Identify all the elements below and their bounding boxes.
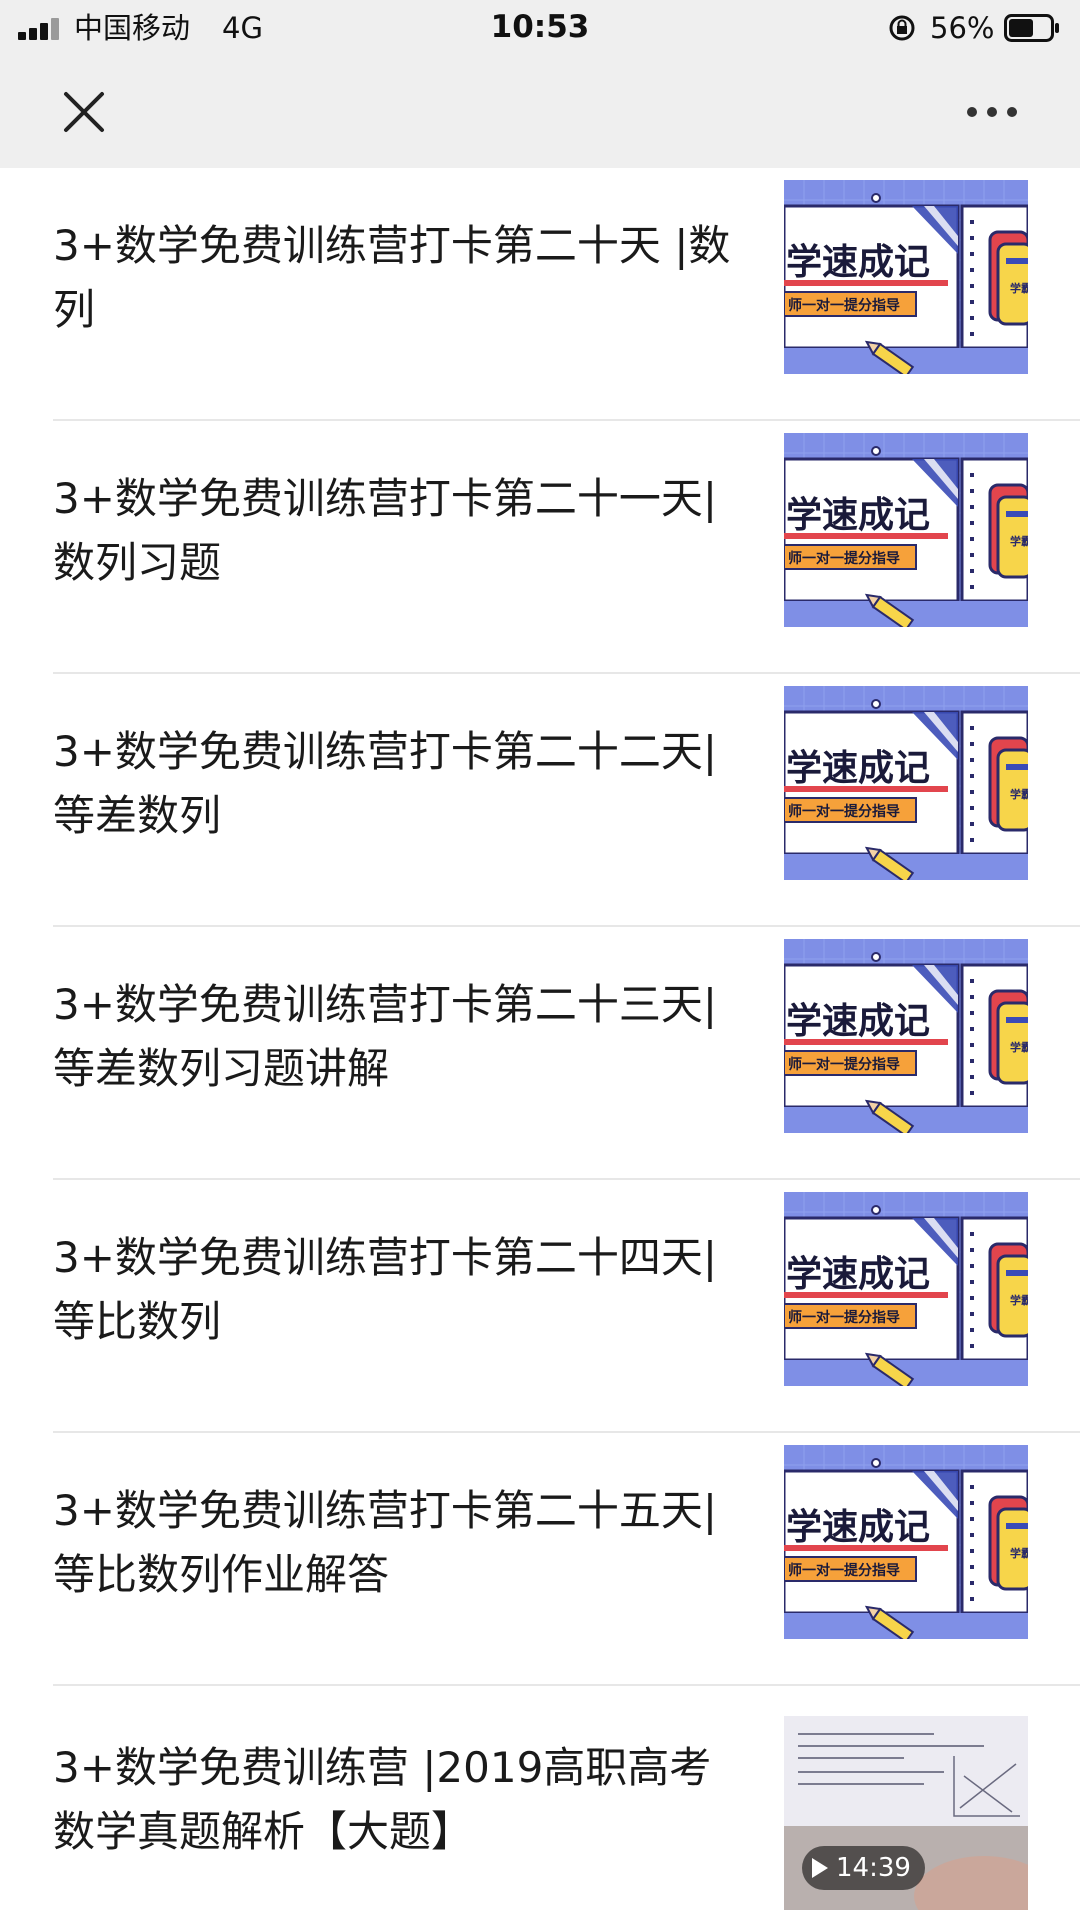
clock: 10:53 bbox=[490, 9, 590, 45]
svg-text:师一对一提分指导: 师一对一提分指导 bbox=[788, 1056, 900, 1072]
article-title: 3+数学免费训练营打卡第二十四天|等比数列 bbox=[53, 1233, 718, 1346]
article-thumbnail: 学霸 学速成记 师一对一提分指导 bbox=[784, 1192, 1028, 1386]
article-thumbnail-graphic: 学霸 学速成记 师一对一提分指导 bbox=[784, 433, 1028, 627]
battery-icon bbox=[1004, 14, 1059, 42]
svg-text:师一对一提分指导: 师一对一提分指导 bbox=[788, 550, 900, 566]
article-thumbnail: 学霸 学速成记 师一对一提分指导 bbox=[784, 1445, 1028, 1639]
status-bar: 中国移动 4G 10:53 56% bbox=[0, 0, 1080, 56]
video-thumbnail: 14:39 bbox=[784, 1716, 1028, 1910]
video-duration: 14:39 bbox=[836, 1853, 911, 1883]
nav-bar bbox=[0, 56, 1080, 168]
list-item[interactable]: 3+数学免费训练营打卡第二十四天|等比数列 学霸 学速成记 师一对一提分指导 bbox=[0, 1180, 1080, 1433]
article-thumbnail-graphic: 学霸 学速成记 师一对一提分指导 bbox=[784, 1445, 1028, 1639]
list-item[interactable]: 3+数学免费训练营打卡第二十一天|数列习题 学霸 学速成记 师一对一提分指导 bbox=[0, 421, 1080, 674]
svg-text:学霸: 学霸 bbox=[1010, 281, 1028, 295]
article-title: 3+数学免费训练营打卡第二十五天|等比数列作业解答 bbox=[53, 1486, 718, 1599]
svg-text:学速成记: 学速成记 bbox=[786, 1506, 930, 1547]
article-thumbnail: 学霸 学速成记 师一对一提分指导 bbox=[784, 180, 1028, 374]
svg-text:学速成记: 学速成记 bbox=[786, 1000, 930, 1041]
list-item[interactable]: 3+数学免费训练营打卡第二十三天|等差数列习题讲解 学霸 学速成记 师一对一提分… bbox=[0, 927, 1080, 1180]
svg-text:学速成记: 学速成记 bbox=[786, 747, 930, 788]
article-thumbnail-graphic: 学霸 学速成记 师一对一提分指导 bbox=[784, 180, 1028, 374]
article-title: 3+数学免费训练营 |2019高职高考数学真题解析【大题】 bbox=[53, 1743, 712, 1856]
svg-text:学速成记: 学速成记 bbox=[786, 241, 930, 282]
svg-text:学速成记: 学速成记 bbox=[786, 494, 930, 535]
video-duration-badge: 14:39 bbox=[802, 1846, 925, 1890]
article-thumbnail-graphic: 学霸 学速成记 师一对一提分指导 bbox=[784, 1192, 1028, 1386]
svg-text:学霸: 学霸 bbox=[1010, 1293, 1028, 1307]
svg-text:学霸: 学霸 bbox=[1010, 1040, 1028, 1054]
battery-percent: 56% bbox=[930, 11, 995, 45]
article-list: 3+数学免费训练营打卡第二十天 |数列 学霸 学速成记 师一对一提分指导 3+数… bbox=[0, 168, 1080, 1920]
app-screen: 中国移动 4G 10:53 56% 3+数学免费训练营打卡第二十天 |数列 学霸… bbox=[0, 0, 1080, 1920]
rotation-lock-icon bbox=[889, 15, 915, 41]
article-thumbnail-graphic: 学霸 学速成记 师一对一提分指导 bbox=[784, 686, 1028, 880]
close-icon[interactable] bbox=[56, 84, 112, 140]
play-icon bbox=[812, 1858, 828, 1878]
list-item[interactable]: 3+数学免费训练营 |2019高职高考数学真题解析【大题】 14:39 bbox=[0, 1686, 1080, 1920]
list-item[interactable]: 3+数学免费训练营打卡第二十天 |数列 学霸 学速成记 师一对一提分指导 bbox=[0, 168, 1080, 421]
article-title: 3+数学免费训练营打卡第二十一天|数列习题 bbox=[53, 474, 718, 587]
article-title: 3+数学免费训练营打卡第二十天 |数列 bbox=[53, 221, 731, 334]
svg-text:师一对一提分指导: 师一对一提分指导 bbox=[788, 1309, 900, 1325]
svg-text:师一对一提分指导: 师一对一提分指导 bbox=[788, 803, 900, 819]
list-item[interactable]: 3+数学免费训练营打卡第二十二天|等差数列 学霸 学速成记 师一对一提分指导 bbox=[0, 674, 1080, 927]
article-thumbnail: 学霸 学速成记 师一对一提分指导 bbox=[784, 686, 1028, 880]
article-thumbnail: 学霸 学速成记 师一对一提分指导 bbox=[784, 433, 1028, 627]
svg-text:师一对一提分指导: 师一对一提分指导 bbox=[788, 297, 900, 313]
svg-text:学霸: 学霸 bbox=[1010, 787, 1028, 801]
article-title: 3+数学免费训练营打卡第二十三天|等差数列习题讲解 bbox=[53, 980, 718, 1093]
svg-text:学霸: 学霸 bbox=[1010, 534, 1028, 548]
more-icon[interactable] bbox=[962, 90, 1022, 134]
svg-text:学霸: 学霸 bbox=[1010, 1546, 1028, 1560]
article-title: 3+数学免费训练营打卡第二十二天|等差数列 bbox=[53, 727, 718, 840]
list-item[interactable]: 3+数学免费训练营打卡第二十五天|等比数列作业解答 学霸 学速成记 师一对一提分… bbox=[0, 1433, 1080, 1686]
svg-text:师一对一提分指导: 师一对一提分指导 bbox=[788, 1562, 900, 1578]
article-thumbnail: 学霸 学速成记 师一对一提分指导 bbox=[784, 939, 1028, 1133]
svg-text:学速成记: 学速成记 bbox=[786, 1253, 930, 1294]
article-thumbnail-graphic: 学霸 学速成记 师一对一提分指导 bbox=[784, 939, 1028, 1133]
